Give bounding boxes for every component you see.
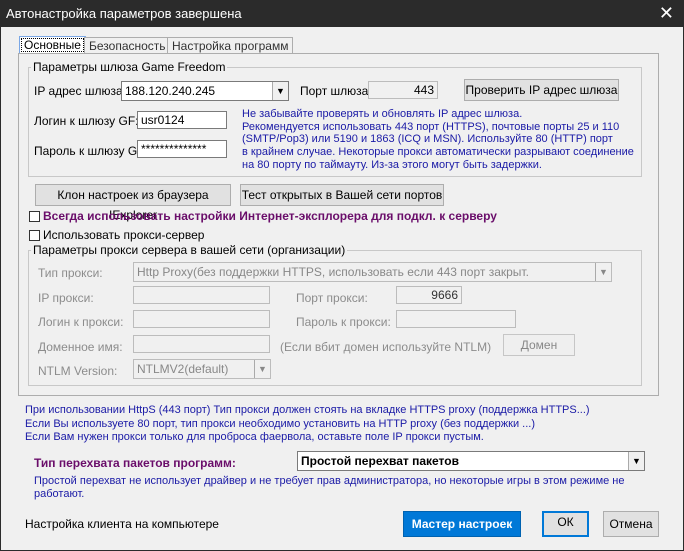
proxy-ip-label: IP прокси: — [38, 291, 94, 305]
gateway-info-line: в крайнем случае. Некоторые прокси автом… — [242, 146, 634, 159]
intercept-description-line: работают. — [34, 487, 85, 500]
chevron-down-icon[interactable]: ▼ — [254, 360, 270, 378]
gateway-ip-combo[interactable]: 188.120.240.245 ▼ — [121, 81, 289, 101]
use-proxy-label: Использовать прокси-сервер — [43, 228, 205, 242]
intercept-description-line: Простой перехват не использует драйвер и… — [34, 475, 625, 487]
tab-basic[interactable]: Основные — [19, 36, 86, 54]
proxy-domain-field[interactable] — [133, 335, 270, 353]
ntlm-version-value: NTLMV2(default) — [137, 362, 229, 376]
gateway-info-line: (SMTP/Pop3) или 5190 и 1863 (ICQ и MSN).… — [242, 133, 613, 146]
ntlm-version-label: NTLM Version: — [38, 364, 118, 378]
proxy-type-value: Http Proxy(без поддержки HTTPS, использо… — [137, 265, 529, 279]
gateway-info-line: Не забывайте проверять и обновлять IP ад… — [242, 108, 523, 120]
proxy-note-line: Если Вы используете 80 порт, тип прокси … — [25, 417, 536, 430]
proxy-ip-field[interactable] — [133, 286, 270, 304]
cancel-button[interactable]: Отмена — [603, 511, 659, 537]
proxy-port-label: Порт прокси: — [296, 291, 368, 305]
proxy-notes: При использовании HttpS (443 порт) Тип п… — [25, 404, 590, 445]
gateway-password-field[interactable]: ************** — [137, 140, 227, 158]
test-ports-button[interactable]: Тест открытых в Вашей сети портов — [240, 184, 444, 206]
proxy-password-field[interactable] — [396, 310, 516, 328]
domain-button[interactable]: Домен — [503, 334, 575, 356]
ntlm-version-combo[interactable]: NTLMV2(default) ▼ — [133, 359, 271, 379]
proxy-note-line: Если Вам нужен прокси только для проброс… — [25, 431, 484, 443]
title-bar: Автонастройка параметров завершена ✕ — [0, 0, 684, 27]
chevron-down-icon[interactable]: ▼ — [272, 82, 288, 100]
chevron-down-icon[interactable]: ▼ — [595, 263, 611, 281]
clone-ie-settings-button[interactable]: Клон настроек из браузера IExplorer — [35, 184, 231, 222]
proxy-note-line: При использовании HttpS (443 порт) Тип п… — [25, 404, 590, 416]
gateway-group-legend: Параметры шлюза Game Freedom — [31, 60, 228, 74]
intercept-type-value: Простой перехват пакетов — [301, 454, 459, 468]
always-ie-checkbox[interactable] — [29, 211, 40, 222]
proxy-type-label: Тип прокси: — [38, 266, 103, 280]
window-border-left — [0, 27, 1, 551]
gateway-info-line: на 80 порту по таймауту. Из-за этого мог… — [242, 158, 542, 171]
proxy-domain-label: Доменное имя: — [38, 340, 123, 354]
window-title: Автонастройка параметров завершена — [6, 6, 242, 21]
gateway-port-label: Порт шлюза: — [300, 84, 372, 98]
gateway-ip-value: 188.120.240.245 — [125, 84, 216, 98]
proxy-port-field[interactable]: 9666 — [396, 286, 462, 304]
gateway-ip-label: IP адрес шлюза: — [34, 84, 126, 98]
always-ie-label: Всегда использовать настройки Интернет-э… — [43, 209, 497, 223]
gateway-info-text: Не забывайте проверять и обновлять IP ад… — [242, 108, 634, 172]
status-text: Настройка клиента на компьютере — [25, 517, 219, 531]
proxy-login-label: Логин к прокси: — [38, 315, 124, 329]
intercept-type-label: Тип перехвата пакетов программ: — [34, 456, 236, 470]
proxy-login-field[interactable] — [133, 310, 270, 328]
proxy-group-legend: Параметры прокси сервера в вашей сети (о… — [31, 243, 348, 257]
proxy-password-label: Пароль к прокси: — [296, 315, 391, 329]
check-gateway-button[interactable]: Проверить IP адрес шлюза — [464, 79, 619, 101]
close-icon[interactable]: ✕ — [659, 3, 674, 24]
gateway-password-label: Пароль к шлюзу GF: — [34, 144, 148, 158]
chevron-down-icon[interactable]: ▼ — [628, 452, 644, 470]
gateway-port-field[interactable]: 443 — [368, 81, 438, 99]
gateway-login-label: Логин к шлюзу GF: — [34, 114, 139, 128]
proxy-domain-hint: (Если вбит домен используйте NTLM) — [280, 340, 492, 354]
use-proxy-checkbox[interactable] — [29, 230, 40, 241]
proxy-type-combo[interactable]: Http Proxy(без поддержки HTTPS, использо… — [133, 262, 612, 282]
gateway-login-field[interactable]: usr0124 — [137, 111, 227, 129]
gateway-info-line: Рекомендуется использовать 443 порт (HTT… — [242, 120, 620, 133]
intercept-description: Простой перехват не использует драйвер и… — [34, 475, 625, 500]
intercept-type-combo[interactable]: Простой перехват пакетов ▼ — [297, 451, 645, 471]
wizard-button[interactable]: Мастер настроек — [403, 511, 521, 537]
ok-button[interactable]: ОК — [542, 511, 589, 537]
